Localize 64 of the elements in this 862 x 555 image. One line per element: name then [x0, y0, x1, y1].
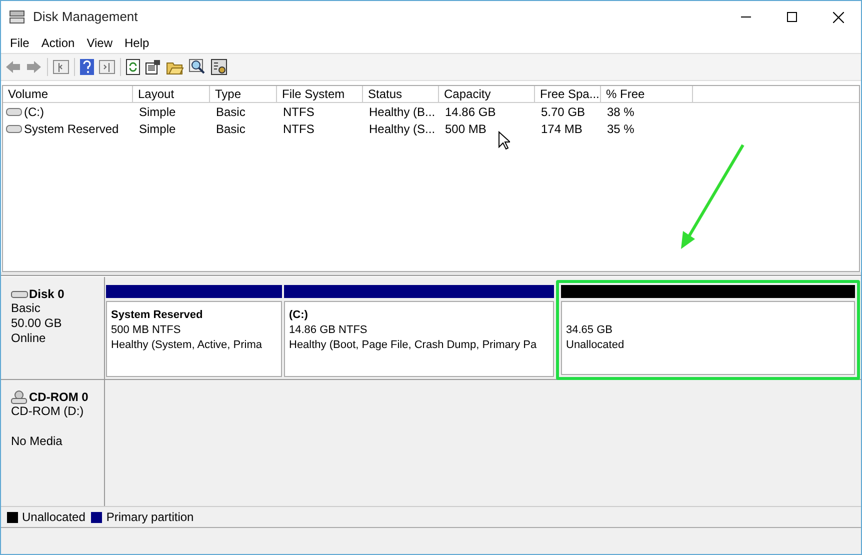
menu-item[interactable]: Help: [118, 34, 156, 52]
table-cell-text: Basic: [216, 104, 246, 120]
partition-detail: 500 MB NTFS: [111, 323, 182, 338]
table-cell-text: NTFS: [283, 104, 314, 120]
drive-icon: [6, 124, 22, 132]
column-header[interactable]: Volume: [3, 86, 133, 103]
settings-icon[interactable]: [211, 59, 227, 75]
disk-detail: No Media: [11, 434, 64, 449]
mouse-pointer-icon: [498, 131, 510, 150]
table-cell-text: Healthy (B...: [369, 104, 436, 120]
partition-detail: Unallocated: [566, 338, 626, 353]
table-cell-text: Simple: [139, 104, 176, 120]
close-icon: [832, 12, 844, 22]
column-header[interactable]: Capacity: [439, 86, 535, 103]
table-cell-text: 38 %: [607, 104, 634, 120]
table-cell-text: 5.70 GB: [541, 104, 586, 120]
table-cell-text: 35 %: [607, 120, 634, 138]
column-header[interactable]: Status: [363, 86, 439, 103]
drive-icon: [6, 108, 22, 116]
window-title: Disk Management: [33, 8, 138, 26]
disk-detail: Basic: [11, 301, 42, 316]
forward-arrow-icon[interactable]: [26, 60, 42, 74]
table-cell-text: 500 MB: [445, 120, 486, 138]
help-icon[interactable]: [80, 59, 94, 75]
maximize-icon: [787, 12, 797, 22]
legend-label: Unallocated: [22, 509, 86, 526]
legend-label: Primary partition: [106, 509, 194, 526]
back-arrow-icon[interactable]: [5, 60, 21, 74]
column-header[interactable]: Free Spa...: [535, 86, 601, 103]
column-header[interactable]: Type: [210, 86, 277, 103]
cd-drive-icon: [11, 390, 29, 404]
disk-detail: CD-ROM (D:): [11, 404, 85, 419]
table-cell-text: Healthy (S...: [369, 120, 436, 138]
disk-name: CD-ROM 0: [29, 390, 88, 404]
partition-name: (C:): [289, 308, 309, 323]
partition-detail: 14.86 GB NTFS: [289, 323, 368, 338]
table-cell-text: Simple: [139, 120, 176, 138]
table-cell-text: (C:): [24, 104, 44, 120]
table-cell-text: System Reserved: [24, 120, 119, 138]
disk-detail: Online: [11, 331, 47, 346]
column-header[interactable]: Layout: [133, 86, 210, 103]
partition-detail: Healthy (System, Active, Prima: [111, 338, 263, 353]
folder-icon[interactable]: [166, 60, 184, 74]
refresh-icon[interactable]: [126, 59, 140, 75]
column-header[interactable]: File System: [277, 86, 363, 103]
partition-detail: Healthy (Boot, Page File, Crash Dump, Primary Pa: [289, 338, 538, 353]
table-cell-text: NTFS: [283, 120, 314, 138]
disk-detail: 50.00 GB: [11, 316, 63, 331]
menu-item[interactable]: File: [4, 34, 36, 52]
properties-icon[interactable]: [145, 59, 161, 75]
table-cell-text: 174 MB: [541, 120, 582, 138]
disk-management-icon: [9, 10, 25, 24]
table-cell-text: 14.86 GB: [445, 104, 496, 120]
magnifier-icon[interactable]: [189, 59, 206, 75]
partition-name: System Reserved: [111, 308, 204, 323]
menu-item[interactable]: Action: [35, 34, 81, 52]
panel-icon[interactable]: [53, 60, 69, 74]
disk-name: Disk 0: [29, 287, 64, 301]
column-header[interactable]: % Free: [601, 86, 693, 103]
partition-detail: 34.65 GB: [566, 323, 614, 338]
partition-block[interactable]: 34.65 GB Unallocated: [556, 280, 860, 380]
menu-item[interactable]: View: [80, 34, 118, 52]
panel-icon[interactable]: [99, 60, 115, 74]
table-cell-text: Basic: [216, 120, 246, 138]
